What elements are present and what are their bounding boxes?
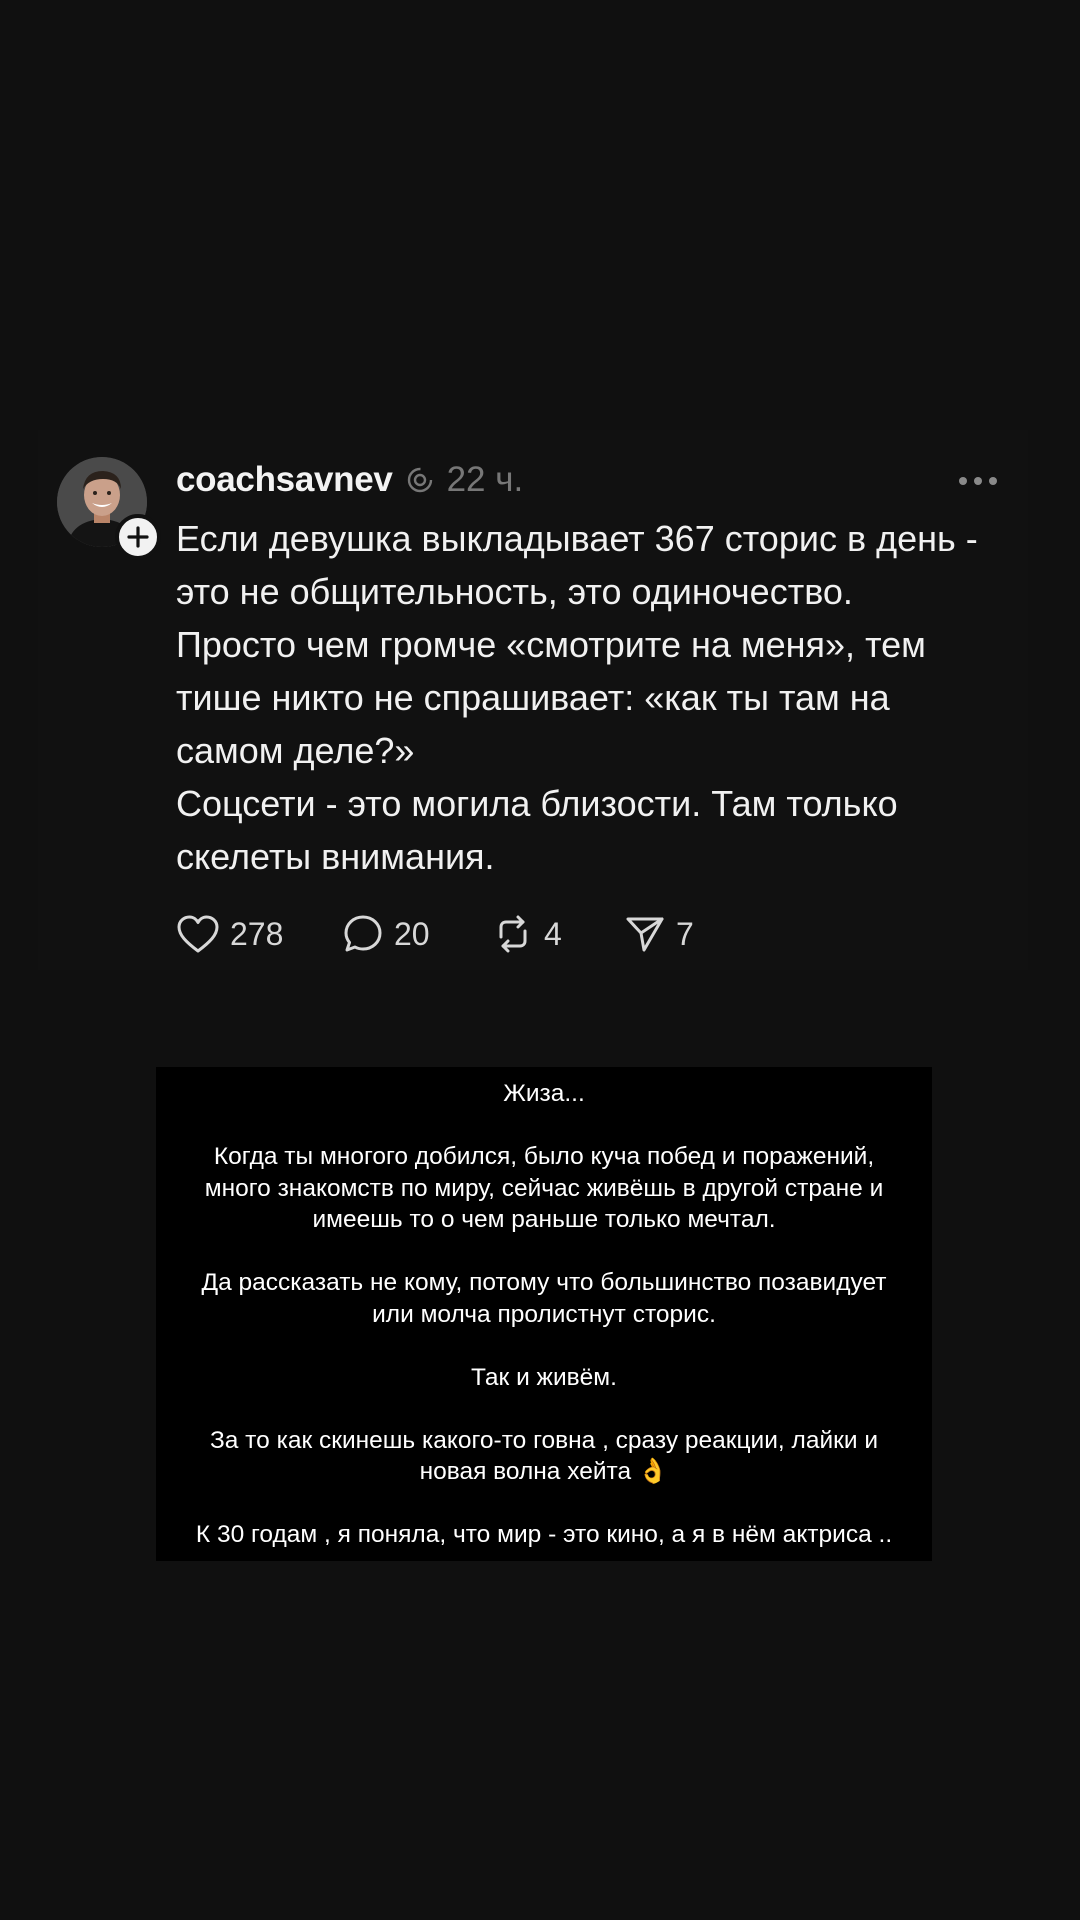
- story-line: За то как скинешь какого-то говна , сраз…: [209, 1426, 879, 1454]
- share-count: 7: [676, 915, 694, 952]
- story-line: или молча пролистнут сторис.: [372, 1300, 716, 1328]
- post-text-line: тише никто не спрашивает: «как ты там на: [176, 677, 890, 718]
- story-line: К 30 годам , я поняла, что мир - это кин…: [195, 1521, 893, 1548]
- post-text-line: Соцсети - это могила близости. Там тольк…: [176, 783, 898, 824]
- post-text-line: Если девушка выкладывает 367 сторис в де…: [176, 518, 978, 559]
- comment-button[interactable]: 20: [342, 906, 430, 962]
- share-button[interactable]: 7: [624, 906, 694, 962]
- like-button[interactable]: 278: [176, 906, 283, 962]
- post-header: coachsavnev 22 ч.: [176, 455, 523, 505]
- story-line: имеешь то о чем раньше только мечтал.: [312, 1206, 776, 1233]
- story-screenshot: Жиза... Когда ты многого добился, было к…: [156, 1067, 932, 1561]
- plus-icon: [127, 526, 149, 548]
- repost-icon: [499, 915, 527, 953]
- follow-button[interactable]: [115, 514, 161, 560]
- post-text: Если девушка выкладывает 367 сторис в де…: [176, 512, 1026, 883]
- more-dots-icon: [959, 477, 997, 485]
- comment-count: 20: [394, 915, 430, 952]
- more-options-button[interactable]: [955, 466, 1001, 496]
- post-timestamp: 22 ч.: [446, 460, 524, 499]
- heart-icon: [177, 915, 219, 953]
- post-text-line: это не общительность, это одиночество.: [176, 571, 853, 612]
- post-text-line: самом деле?»: [176, 730, 415, 771]
- story-text: Жиза... Когда ты многого добился, было к…: [156, 1078, 932, 1551]
- send-icon: [626, 917, 664, 952]
- repost-count: 4: [544, 915, 562, 952]
- like-count: 278: [230, 915, 284, 952]
- comment-icon: [344, 915, 382, 952]
- story-line: Так и живём.: [471, 1363, 617, 1391]
- post-text-line: скелеты внимания.: [176, 836, 495, 877]
- repost-button[interactable]: 4: [492, 906, 562, 962]
- story-line: Да рассказать не кому, потому что больши…: [201, 1269, 887, 1296]
- post-text-line: Просто чем громче «смотрите на меня», те…: [176, 624, 926, 665]
- story-line: Когда ты многого добился, было куча побе…: [213, 1143, 875, 1170]
- username[interactable]: coachsavnev: [176, 460, 393, 500]
- story-line: много знакомств по миру, сейчас живёшь в…: [204, 1174, 884, 1202]
- story-line: новая волна хейта 👌: [419, 1458, 669, 1485]
- story-title: Жиза...: [503, 1080, 585, 1107]
- reply-circle-icon: [405, 465, 435, 495]
- screen: coachsavnev 22 ч. Если девушка выкладыва…: [0, 0, 1080, 1920]
